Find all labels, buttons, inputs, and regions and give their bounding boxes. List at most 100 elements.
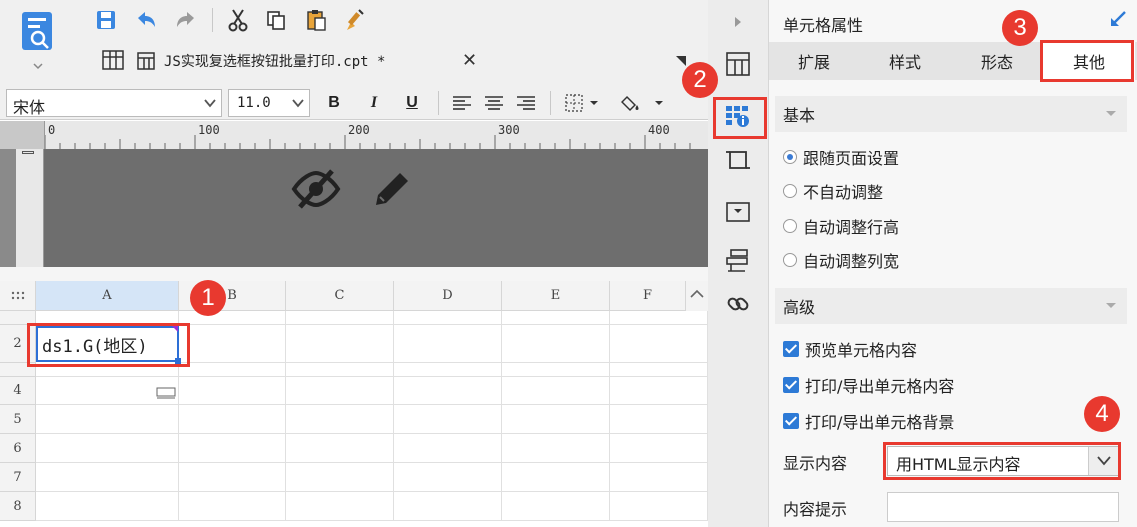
tab-form[interactable]: 形态 <box>951 42 1043 80</box>
cell-marker <box>172 326 178 332</box>
checkbox-print-content[interactable]: 打印/导出单元格内容 <box>783 372 954 398</box>
hyperlink-icon[interactable] <box>722 288 754 320</box>
align-center-icon[interactable] <box>482 92 506 114</box>
step-badge: 4 <box>1084 396 1120 432</box>
condition-attributes-icon[interactable] <box>722 244 754 276</box>
row-header-3[interactable] <box>0 363 36 377</box>
selected-cell-a2[interactable]: ds1.G(地区) <box>36 326 179 362</box>
radio-button <box>783 253 797 267</box>
redo-icon[interactable] <box>172 6 200 34</box>
save-icon[interactable] <box>92 6 120 34</box>
align-right-icon[interactable] <box>514 92 538 114</box>
undo-icon[interactable] <box>132 6 160 34</box>
collapse-arrow-icon[interactable] <box>722 6 754 38</box>
checkbox <box>783 341 799 357</box>
italic-button[interactable]: I <box>362 92 386 114</box>
checkbox-label: 打印/导出单元格内容 <box>805 377 955 396</box>
format-painter-icon[interactable] <box>340 6 368 34</box>
section-advanced[interactable]: 高级 <box>775 288 1127 324</box>
copy-icon[interactable] <box>262 6 290 34</box>
properties-tab-bar: 扩展 样式 形态 其他 <box>769 42 1137 80</box>
column-header-c[interactable]: C <box>286 281 394 311</box>
spreadsheet-grid: A B C D E F 2 4 5 6 7 8 ds1.G(地区) <box>0 281 708 527</box>
tab-style[interactable]: 样式 <box>859 42 951 80</box>
column-header-e[interactable]: E <box>502 281 610 311</box>
chevron-down-icon <box>1097 456 1111 466</box>
splitter[interactable] <box>0 267 708 281</box>
step-badge: 1 <box>190 280 226 316</box>
paste-icon[interactable] <box>302 6 330 34</box>
cell-element-icon[interactable] <box>722 144 754 176</box>
radio-button <box>783 150 797 164</box>
hidden-eye-icon[interactable] <box>290 167 342 215</box>
row-header-8[interactable]: 8 <box>0 492 36 521</box>
radio-no-auto-adjust[interactable]: 不自动调整 <box>783 178 883 204</box>
tab-title: JS实现复选框按钮批量打印.cpt * <box>164 54 386 70</box>
underline-button[interactable]: U <box>400 92 424 114</box>
chevron-down-icon <box>204 99 216 108</box>
border-icon[interactable] <box>562 92 602 114</box>
fill-color-icon[interactable] <box>620 92 666 114</box>
tab-other[interactable]: 其他 <box>1043 42 1135 80</box>
main-toolbar: JS实现复选框按钮批量打印.cpt * ✕ <box>0 0 708 90</box>
column-header-d[interactable]: D <box>394 281 502 311</box>
panel-title: 单元格属性 <box>783 16 864 35</box>
display-content-value: 用HTML显示内容 <box>896 455 1021 474</box>
tab-report-file[interactable]: JS实现复选框按钮批量打印.cpt * <box>130 40 490 82</box>
sheet-grid-icon[interactable] <box>102 50 124 74</box>
radio-auto-column-width[interactable]: 自动调整列宽 <box>783 247 899 273</box>
cell-attributes-icon[interactable] <box>722 100 754 132</box>
row-header-6[interactable]: 6 <box>0 434 36 463</box>
radio-follow-page[interactable]: 跟随页面设置 <box>783 144 899 170</box>
row-header-5[interactable]: 5 <box>0 405 36 434</box>
cell-properties-panel: 单元格属性 扩展 样式 形态 其他 基本 跟随页面设置 不自动调整 自动调整行高… <box>769 0 1137 527</box>
section-basic-title: 基本 <box>783 106 816 125</box>
row-header-1[interactable] <box>0 311 36 325</box>
row-header-2[interactable]: 2 <box>0 325 36 363</box>
tab-expand[interactable]: 扩展 <box>769 42 859 80</box>
ruler-tick-label: 400 <box>648 123 670 137</box>
ruler-tick-label: 100 <box>198 123 220 137</box>
section-basic[interactable]: 基本 <box>775 96 1127 132</box>
font-family-value: 宋体 <box>13 98 46 117</box>
display-content-select[interactable]: 用HTML显示内容 <box>887 446 1119 476</box>
checkbox-preview-content[interactable]: 预览单元格内容 <box>783 336 917 362</box>
checkbox <box>783 377 799 393</box>
ruler-scale: 0 100 200 300 400 <box>44 121 708 149</box>
dropdown-widget-icon[interactable] <box>722 196 754 228</box>
checkbox <box>783 413 799 429</box>
radio-label: 自动调整列宽 <box>803 252 900 271</box>
pin-arrow-icon[interactable] <box>1109 10 1127 32</box>
chevron-down-icon <box>1106 303 1116 308</box>
format-toolbar: 宋体 11.0 B I U <box>0 86 708 120</box>
fill-handle[interactable] <box>175 358 181 364</box>
content-tip-label: 内容提示 <box>783 500 848 519</box>
chevron-down-icon <box>1106 111 1116 116</box>
radio-label: 自动调整行高 <box>803 218 900 237</box>
row-header-4[interactable]: 4 <box>0 377 36 405</box>
align-left-icon[interactable] <box>450 92 474 114</box>
font-size-select[interactable]: 11.0 <box>228 89 310 117</box>
radio-auto-row-height[interactable]: 自动调整行高 <box>783 213 899 239</box>
step-badge: 3 <box>1002 10 1038 46</box>
bold-button[interactable]: B <box>322 92 346 114</box>
column-header-f[interactable]: F <box>610 281 686 311</box>
vertical-ruler <box>16 149 44 267</box>
content-tip-input[interactable] <box>887 492 1119 522</box>
close-tab-icon[interactable]: ✕ <box>462 50 477 71</box>
cut-icon[interactable] <box>224 6 252 34</box>
widget-settings-icon[interactable] <box>722 48 754 80</box>
edit-pencil-icon[interactable] <box>368 165 416 217</box>
select-all-corner[interactable] <box>0 281 36 311</box>
radio-label: 不自动调整 <box>803 183 884 202</box>
checkbox-print-background[interactable]: 打印/导出单元格背景 <box>783 408 954 434</box>
font-family-select[interactable]: 宋体 <box>6 89 222 117</box>
font-size-value: 11.0 <box>237 95 271 111</box>
row-header-7[interactable]: 7 <box>0 463 36 492</box>
column-header-a[interactable]: A <box>36 281 179 311</box>
checkbox-widget-icon <box>156 387 176 399</box>
display-content-label: 显示内容 <box>783 454 848 473</box>
checkbox-label: 预览单元格内容 <box>805 341 918 360</box>
app-logo-icon[interactable] <box>18 8 58 70</box>
scroll-up-icon[interactable] <box>686 281 708 311</box>
